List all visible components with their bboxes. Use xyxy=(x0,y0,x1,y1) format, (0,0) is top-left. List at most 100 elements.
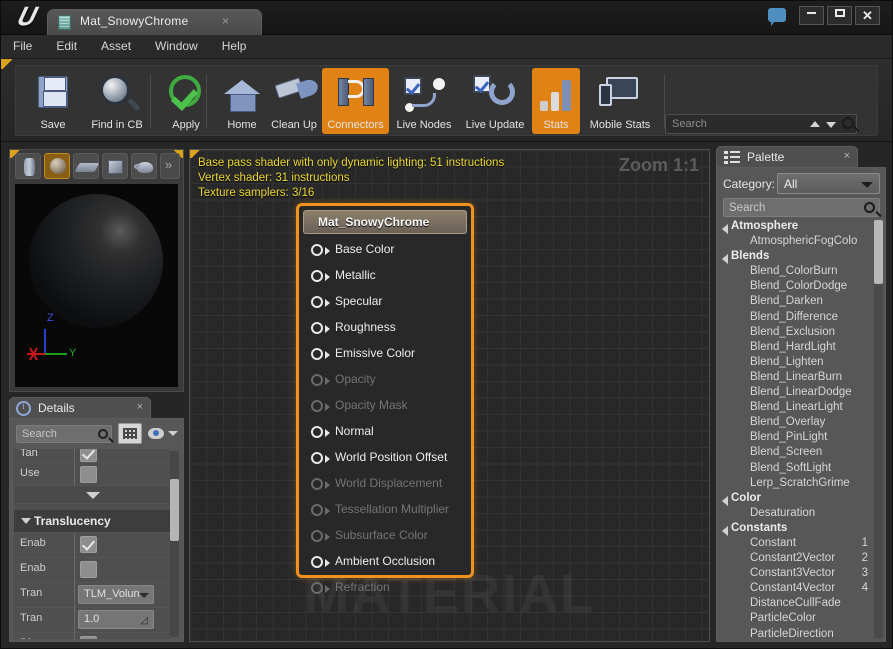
asset-tab-mat-snowychrome[interactable]: Mat_SnowyChrome × xyxy=(47,9,262,35)
palette-item[interactable]: Blend_Lighten xyxy=(720,356,884,371)
toolbar-clean-up-button[interactable]: Clean Up xyxy=(263,68,325,134)
pin-specular[interactable]: Specular xyxy=(307,291,475,317)
pin-emissive-color[interactable]: Emissive Color xyxy=(307,343,475,369)
pin-connector-icon[interactable] xyxy=(311,296,330,308)
palette-panel-tab[interactable]: Palette × xyxy=(716,146,858,167)
shape-cube-icon[interactable] xyxy=(102,153,128,179)
palette-item[interactable]: Blend_LinearLight xyxy=(720,401,884,416)
details-row-number-input[interactable]: 1.0 ◿ xyxy=(78,610,154,629)
toolbar-apply-button[interactable]: Apply xyxy=(155,68,217,134)
toolbar-stats-button[interactable]: Stats xyxy=(532,68,580,134)
search-icon[interactable] xyxy=(864,202,875,213)
pin-connector-icon[interactable] xyxy=(311,270,330,282)
toolbar-connectors-button[interactable]: Connectors xyxy=(322,68,389,134)
pin-normal[interactable]: Normal xyxy=(307,421,475,447)
chevron-right-icon[interactable] xyxy=(722,224,728,234)
close-icon[interactable]: × xyxy=(222,14,229,28)
chevron-down-icon[interactable] xyxy=(21,518,31,524)
toolbar-live-update-button[interactable]: Live Update xyxy=(459,68,531,134)
details-section-translucency[interactable]: Translucency xyxy=(14,510,170,533)
details-row-use[interactable]: Use xyxy=(14,463,170,486)
palette-item[interactable]: Constant4Vector 4 xyxy=(720,582,884,597)
pin-connector-icon[interactable] xyxy=(311,244,330,256)
details-row-checkbox[interactable] xyxy=(80,536,97,553)
details-row-checkbox[interactable] xyxy=(80,636,97,639)
chevron-right-icon[interactable] xyxy=(722,254,728,265)
feedback-chat-icon[interactable] xyxy=(768,8,786,26)
details-row-checkbox[interactable] xyxy=(80,449,97,462)
palette-item[interactable]: Constant2Vector 2 xyxy=(720,552,884,567)
shape-teapot-icon[interactable] xyxy=(131,153,157,179)
details-row-tangent[interactable]: Tan xyxy=(14,449,170,463)
palette-item[interactable]: Desaturation xyxy=(720,507,884,522)
details-search-input[interactable]: Search xyxy=(16,425,112,443)
details-panel-tab[interactable]: Details × xyxy=(9,397,151,418)
palette-item[interactable]: Constant3Vector 3 xyxy=(720,567,884,582)
toolbar-search-input[interactable]: Search xyxy=(665,114,857,134)
maximize-button[interactable] xyxy=(827,6,852,25)
palette-item[interactable]: Blend_ColorDodge xyxy=(720,280,884,295)
chevron-right-icon[interactable] xyxy=(722,495,728,506)
pin-ambient-occlusion[interactable]: Ambient Occlusion xyxy=(307,551,475,577)
pin-connector-icon[interactable] xyxy=(311,556,330,568)
palette-item[interactable]: Blend_SoftLight xyxy=(720,462,884,477)
pin-connector-icon[interactable] xyxy=(311,426,330,438)
details-row-checkbox[interactable] xyxy=(80,466,97,483)
window-close-button[interactable]: ✕ xyxy=(855,6,880,25)
chevron-right-icon[interactable] xyxy=(722,525,728,536)
palette-item[interactable]: Lerp_ScratchGrime xyxy=(720,477,884,492)
pin-connector-icon[interactable] xyxy=(311,322,330,334)
palette-category-dropdown[interactable]: All xyxy=(777,173,880,194)
details-row-lighting-mode[interactable]: Tran TLM_Volun xyxy=(14,583,170,608)
material-node-header[interactable]: Mat_SnowyChrome xyxy=(303,210,467,234)
palette-category-color[interactable]: Color xyxy=(720,492,884,507)
details-row-directional[interactable]: Tran 1.0 ◿ xyxy=(14,608,170,633)
menu-asset[interactable]: Asset xyxy=(89,35,143,57)
toolbar-mobile-stats-button[interactable]: Mobile Stats xyxy=(581,68,659,134)
pin-connector-icon[interactable] xyxy=(311,452,330,464)
palette-node-list[interactable]: Atmosphere AtmosphericFogColo Blends Ble… xyxy=(720,220,884,638)
details-row-enable-1[interactable]: Enab xyxy=(14,533,170,558)
palette-item[interactable]: Blend_LinearDodge xyxy=(720,386,884,401)
minimize-button[interactable] xyxy=(799,6,824,25)
palette-category-blends[interactable]: Blends xyxy=(720,250,884,265)
toolbar-live-nodes-button[interactable]: Live Nodes xyxy=(390,68,458,134)
material-preview-viewport[interactable]: » Z Y xyxy=(9,149,184,392)
search-icon[interactable] xyxy=(98,429,108,439)
palette-category-constants[interactable]: Constants xyxy=(720,522,884,537)
palette-item[interactable]: Blend_LinearBurn xyxy=(720,371,884,386)
palette-item[interactable]: Blend_Exclusion xyxy=(720,326,884,341)
search-next-icon[interactable] xyxy=(826,122,836,128)
pin-roughness[interactable]: Roughness xyxy=(307,317,475,343)
details-row-combobox[interactable]: TLM_Volun xyxy=(78,585,154,604)
palette-item[interactable]: DistanceCullFade xyxy=(720,597,884,612)
shape-plane-icon[interactable] xyxy=(73,153,100,179)
details-row-disable[interactable]: Dis xyxy=(14,633,170,639)
menu-window[interactable]: Window xyxy=(143,35,210,57)
close-icon[interactable]: × xyxy=(137,401,143,413)
material-output-node[interactable]: Mat_SnowyChrome Base Color Metallic Spec… xyxy=(296,203,475,594)
menu-edit[interactable]: Edit xyxy=(44,35,89,57)
palette-item[interactable]: Constant 1 xyxy=(720,537,884,552)
chevron-down-icon[interactable] xyxy=(168,431,178,436)
pin-world-position-offset[interactable]: World Position Offset xyxy=(307,447,475,473)
palette-scroll-thumb[interactable] xyxy=(874,220,883,284)
shape-sphere-icon[interactable] xyxy=(44,153,70,179)
palette-item[interactable]: ParticleColor xyxy=(720,612,884,627)
palette-item[interactable]: Blend_HardLight xyxy=(720,341,884,356)
chevron-down-icon[interactable] xyxy=(86,492,100,499)
palette-item[interactable]: Blend_Difference xyxy=(720,311,884,326)
shape-cylinder-icon[interactable] xyxy=(15,153,41,179)
search-icon[interactable] xyxy=(842,117,854,129)
details-row-checkbox[interactable] xyxy=(80,561,97,578)
toolbar-find-in-cb-button[interactable]: Find in CB xyxy=(86,68,148,134)
eye-visibility-icon[interactable] xyxy=(148,428,164,439)
material-graph-canvas[interactable]: MATERIAL Base pass shader with only dyna… xyxy=(189,149,710,642)
details-scroll-thumb[interactable] xyxy=(170,479,179,541)
menu-help[interactable]: Help xyxy=(210,35,259,57)
menu-file[interactable]: File xyxy=(1,35,44,57)
palette-item[interactable]: AtmosphericFogColo xyxy=(720,235,884,250)
palette-item[interactable]: Blend_Darken xyxy=(720,295,884,310)
toolbar-save-button[interactable]: Save xyxy=(22,68,84,134)
preview-canvas[interactable]: Z Y xyxy=(15,184,178,387)
